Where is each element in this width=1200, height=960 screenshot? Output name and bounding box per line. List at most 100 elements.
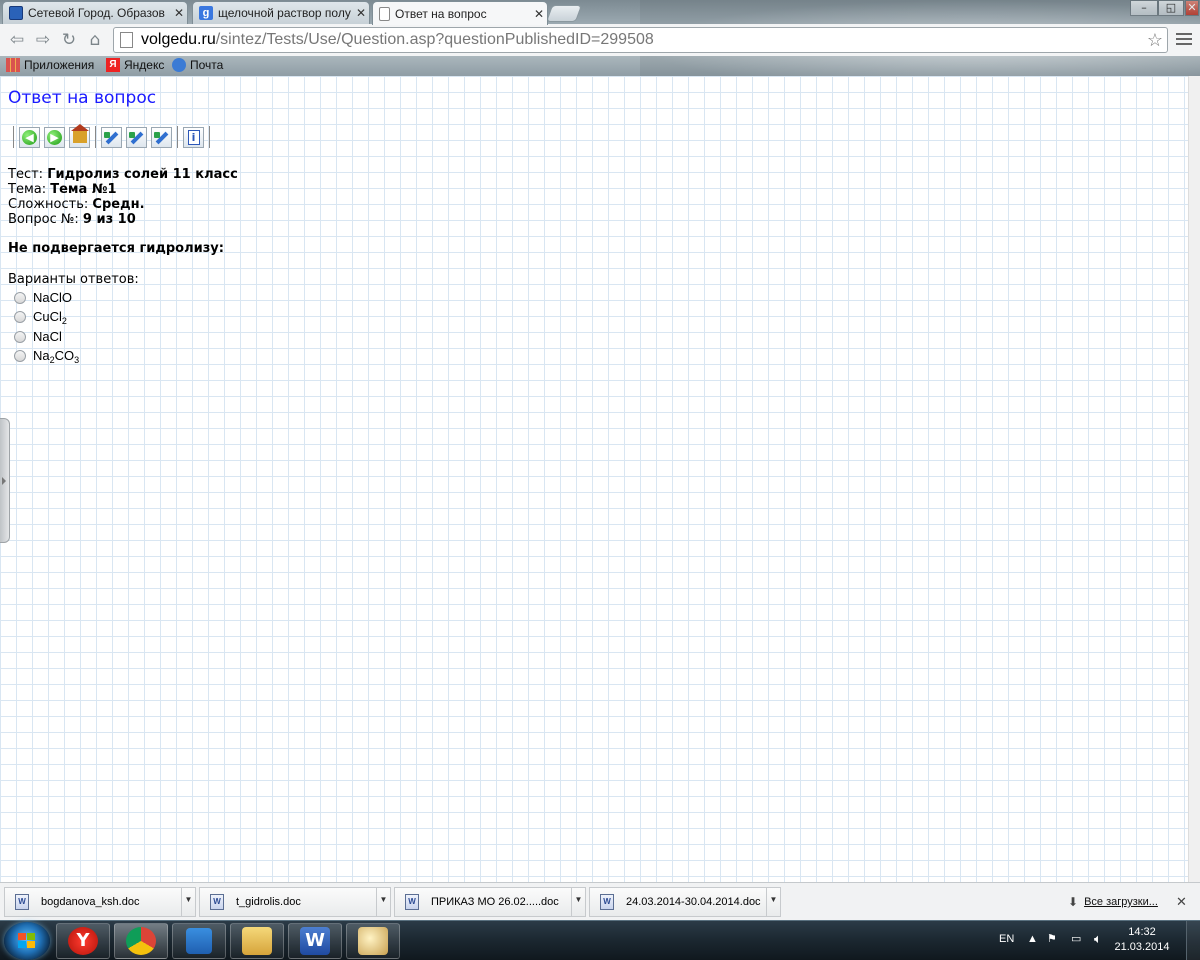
minimize-button[interactable]: –	[1130, 0, 1158, 16]
bookmark-mail[interactable]: Почта	[172, 58, 223, 72]
network-icon[interactable]: ▭	[1071, 932, 1081, 945]
bookmark-label: Приложения	[24, 58, 95, 72]
download-item[interactable]: W 24.03.2014-30.04.2014.doc ▼	[589, 887, 781, 917]
next-question-button[interactable]: ▶	[44, 126, 65, 148]
meta-question-row: Вопрос №: 9 из 10	[8, 212, 238, 227]
topic-name: Тема №1	[50, 182, 117, 197]
new-tab-button[interactable]	[545, 5, 583, 22]
answer-option-nacl[interactable]: NaCl	[14, 327, 79, 347]
tab-close-icon[interactable]: ✕	[531, 7, 547, 21]
word-document-icon: W	[600, 894, 614, 910]
forward-arrow-icon[interactable]: ⇨	[32, 30, 54, 50]
chevron-down-icon[interactable]: ▼	[376, 888, 390, 916]
tab-google-search[interactable]: g щелочной раствор полу ✕	[192, 1, 370, 24]
vertical-scrollbar[interactable]	[1188, 76, 1200, 882]
answer-label: NaCl	[33, 329, 62, 345]
edit-button-3[interactable]	[151, 126, 172, 148]
home-button[interactable]	[69, 124, 90, 148]
home-icon[interactable]: ⌂	[84, 30, 106, 50]
menu-icon[interactable]	[1174, 30, 1194, 50]
show-desktop-button[interactable]	[1186, 921, 1200, 960]
formula-part: CO	[54, 347, 75, 363]
edit-button-1[interactable]	[101, 126, 122, 148]
formula-part: Na	[33, 347, 50, 363]
answer-option-na2co3[interactable]: Na2CO3	[14, 347, 79, 367]
previous-question-button[interactable]: ◀	[19, 126, 40, 148]
home-icon	[70, 124, 89, 143]
back-arrow-icon[interactable]: ⇦	[6, 30, 28, 50]
chevron-down-icon[interactable]: ▼	[766, 888, 780, 916]
download-filename: bogdanova_ksh.doc	[41, 896, 140, 908]
google-favicon-icon: g	[199, 6, 213, 20]
show-hidden-icons-icon[interactable]: ▲	[1027, 933, 1038, 945]
download-item[interactable]: W t_gidrolis.doc ▼	[199, 887, 391, 917]
side-panel-handle[interactable]	[0, 418, 10, 543]
meta-label: Тест:	[8, 167, 44, 182]
toolbar-separator	[209, 126, 210, 148]
chevron-down-icon[interactable]: ▼	[181, 888, 195, 916]
all-downloads-label: Все загрузки...	[1084, 896, 1158, 908]
edit-button-2[interactable]	[126, 126, 147, 148]
page-title: Ответ на вопрос	[8, 88, 157, 108]
answer-label: NaClO	[33, 290, 73, 306]
pencil-icon	[129, 131, 144, 144]
info-icon: i	[187, 129, 200, 145]
taskbar-chrome[interactable]	[114, 923, 168, 959]
test-meta: Тест: Гидролиз солей 11 класс Тема: Тема…	[8, 167, 238, 227]
taskbar-yandex[interactable]: Y	[56, 923, 110, 959]
taskbar-apps[interactable]	[172, 923, 226, 959]
answer-option-naclo[interactable]: NaClO	[14, 288, 79, 308]
toolbar-separator	[13, 126, 14, 148]
windows-logo-icon	[18, 933, 36, 949]
radio-button[interactable]	[14, 350, 26, 363]
folder-icon	[242, 927, 272, 955]
tab-title: Ответ на вопрос	[395, 6, 487, 21]
tab-title: щелочной раствор полу	[218, 6, 351, 20]
taskbar-explorer[interactable]	[230, 923, 284, 959]
tab-close-icon[interactable]: ✕	[171, 6, 187, 20]
answer-label: Na2CO3	[33, 348, 79, 365]
restore-button[interactable]: ◱	[1158, 0, 1184, 16]
bookmark-apps[interactable]: Приложения	[6, 58, 94, 72]
start-button[interactable]	[4, 922, 50, 960]
tab-answer-question[interactable]: Ответ на вопрос ✕	[372, 1, 548, 25]
answer-option-cucl2[interactable]: CuCl2	[14, 308, 79, 328]
word-document-icon: W	[15, 894, 29, 910]
radio-button[interactable]	[14, 291, 26, 304]
tab-setevoy-gorod[interactable]: Сетевой Город. Образов ✕	[2, 1, 188, 24]
chevron-down-icon[interactable]: ▼	[571, 888, 585, 916]
radio-button[interactable]	[14, 330, 26, 343]
pencil-icon	[154, 131, 169, 144]
info-button[interactable]: i	[183, 126, 204, 148]
taskbar-paint[interactable]	[346, 923, 400, 959]
meta-difficulty-row: Сложность: Средн.	[8, 197, 238, 212]
downloads-bar: W bogdanova_ksh.doc ▼ W t_gidrolis.doc ▼…	[0, 882, 1200, 920]
close-window-button[interactable]: ✕	[1185, 0, 1199, 16]
url-path: /sintez/Tests/Use/Question.asp?questionP…	[215, 31, 654, 48]
download-item[interactable]: W ПРИКАЗ МО 26.02.....doc ▼	[394, 887, 586, 917]
meta-topic-row: Тема: Тема №1	[8, 182, 238, 197]
language-indicator[interactable]: EN	[999, 933, 1014, 945]
page-icon	[120, 32, 133, 48]
apps-grid-icon	[6, 58, 20, 72]
address-bar[interactable]: volgedu.ru/sintez/Tests/Use/Question.asp…	[113, 27, 1168, 53]
tab-close-icon[interactable]: ✕	[353, 6, 369, 20]
word-document-icon: W	[405, 894, 419, 910]
radio-button[interactable]	[14, 311, 26, 324]
system-clock[interactable]: 14:32 21.03.2014	[1112, 925, 1172, 955]
bookmark-yandex[interactable]: Я Яндекс	[106, 58, 164, 72]
taskbar-word[interactable]: W	[288, 923, 342, 959]
back-arrow-icon: ◀	[22, 129, 37, 145]
paint-palette-icon	[358, 927, 388, 955]
reload-icon[interactable]: ↻	[58, 30, 80, 50]
volume-icon[interactable]: 🔈︎	[1094, 931, 1102, 947]
close-icon[interactable]: ✕	[1176, 894, 1187, 910]
download-filename: ПРИКАЗ МО 26.02.....doc	[431, 896, 559, 908]
answers-label: Варианты ответов:	[8, 272, 139, 287]
question-text: Не подвергается гидролизу:	[8, 241, 224, 256]
download-item[interactable]: W bogdanova_ksh.doc ▼	[4, 887, 196, 917]
bookmark-star-icon[interactable]: ☆	[1147, 30, 1163, 51]
action-center-flag-icon[interactable]: ⚑	[1047, 932, 1057, 945]
all-downloads-link[interactable]: ⬇ Все загрузки...	[1068, 895, 1158, 909]
browser-toolbar: ⇦ ⇨ ↻ ⌂ volgedu.ru/sintez/Tests/Use/Ques…	[0, 24, 1200, 56]
